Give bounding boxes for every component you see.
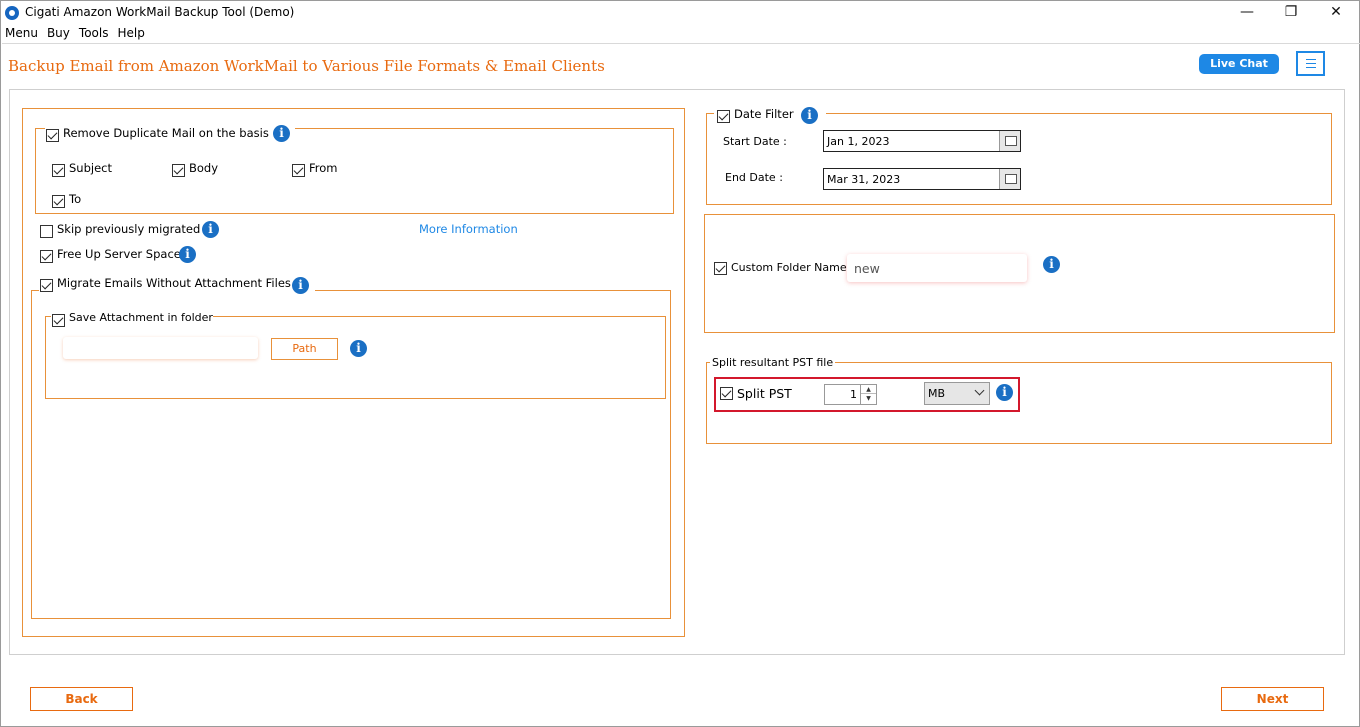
menu-item-buy[interactable]: Buy [47, 26, 70, 42]
save-attachment-checkbox[interactable] [52, 314, 65, 327]
end-date-label: End Date : [725, 171, 783, 184]
end-date-value: Mar 31, 2023 [827, 173, 901, 186]
hamburger-menu-icon[interactable] [1296, 51, 1325, 76]
date-filter-label: Date Filter [734, 107, 794, 121]
live-chat-button[interactable]: Live Chat [1199, 54, 1279, 74]
migrate-without-attachments-checkbox[interactable] [40, 279, 53, 292]
migrate-without-attachments-info-icon[interactable]: i [292, 277, 309, 294]
more-information-link[interactable]: More Information [419, 222, 518, 236]
chevron-down-icon [974, 385, 985, 396]
window-title: Cigati Amazon WorkMail Backup Tool (Demo… [25, 5, 295, 19]
date-filter-info-icon[interactable]: i [801, 107, 818, 124]
split-group-label: Split resultant PST file [710, 356, 836, 369]
split-pst-label: Split PST [737, 386, 792, 401]
free-up-space-label: Free Up Server Space [57, 247, 181, 261]
remove-duplicate-checkbox[interactable] [46, 129, 59, 142]
subject-checkbox[interactable] [52, 164, 65, 177]
path-info-icon[interactable]: i [350, 340, 367, 357]
menubar: Menu Buy Tools Help [5, 26, 145, 42]
skip-migrated-label: Skip previously migrated [57, 222, 201, 236]
attachment-path-input[interactable] [63, 337, 258, 359]
menubar-divider [2, 43, 1360, 44]
path-button[interactable]: Path [271, 338, 338, 360]
split-unit-value: MB [928, 387, 946, 400]
menu-item-menu[interactable]: Menu [5, 26, 38, 42]
stepper-down-icon[interactable]: ▼ [861, 394, 876, 403]
skip-migrated-info-icon[interactable]: i [202, 221, 219, 238]
back-button[interactable]: Back [30, 687, 133, 711]
remove-duplicate-info-icon[interactable]: i [273, 125, 290, 142]
page-title: Backup Email from Amazon WorkMail to Var… [8, 57, 605, 75]
free-up-space-checkbox[interactable] [40, 250, 53, 263]
remove-duplicate-label: Remove Duplicate Mail on the basis [63, 126, 269, 140]
maximize-button[interactable]: ❐ [1280, 3, 1302, 21]
split-size-value: 1 [850, 388, 857, 401]
next-button[interactable]: Next [1221, 687, 1324, 711]
date-filter-checkbox[interactable] [717, 110, 730, 123]
split-unit-select[interactable]: MB [924, 382, 990, 405]
date-filter-group [706, 113, 1332, 205]
skip-migrated-checkbox[interactable] [40, 225, 53, 238]
save-attachment-label: Save Attachment in folder [69, 311, 213, 324]
menu-item-help[interactable]: Help [117, 26, 144, 42]
minimize-button[interactable]: — [1236, 3, 1258, 21]
custom-folder-info-icon[interactable]: i [1043, 256, 1060, 273]
migrate-without-attachments-label: Migrate Emails Without Attachment Files [57, 276, 291, 290]
free-up-space-info-icon[interactable]: i [179, 246, 196, 263]
split-size-stepper[interactable]: 1 ▲ ▼ [824, 384, 877, 405]
start-calendar-icon[interactable] [999, 131, 1020, 151]
custom-folder-checkbox[interactable] [714, 262, 727, 275]
to-label: To [69, 192, 82, 206]
end-calendar-icon[interactable] [999, 169, 1020, 189]
custom-folder-input[interactable]: new [847, 254, 1027, 282]
start-date-label: Start Date : [723, 135, 787, 148]
split-pst-info-icon[interactable]: i [996, 384, 1013, 401]
stepper-up-icon[interactable]: ▲ [861, 385, 876, 394]
app-logo-icon [5, 6, 19, 20]
menu-item-tools[interactable]: Tools [79, 26, 109, 42]
app-window: Cigati Amazon WorkMail Backup Tool (Demo… [0, 0, 1360, 727]
from-checkbox[interactable] [292, 164, 305, 177]
start-date-picker[interactable]: Jan 1, 2023 [823, 130, 1021, 152]
to-checkbox[interactable] [52, 195, 65, 208]
body-checkbox[interactable] [172, 164, 185, 177]
end-date-picker[interactable]: Mar 31, 2023 [823, 168, 1021, 190]
body-label: Body [189, 161, 219, 175]
subject-label: Subject [69, 161, 112, 175]
from-label: From [309, 161, 338, 175]
custom-folder-label: Custom Folder Name [731, 261, 847, 274]
start-date-value: Jan 1, 2023 [827, 135, 890, 148]
close-button[interactable]: ✕ [1325, 3, 1347, 21]
split-pst-checkbox[interactable] [720, 387, 733, 400]
